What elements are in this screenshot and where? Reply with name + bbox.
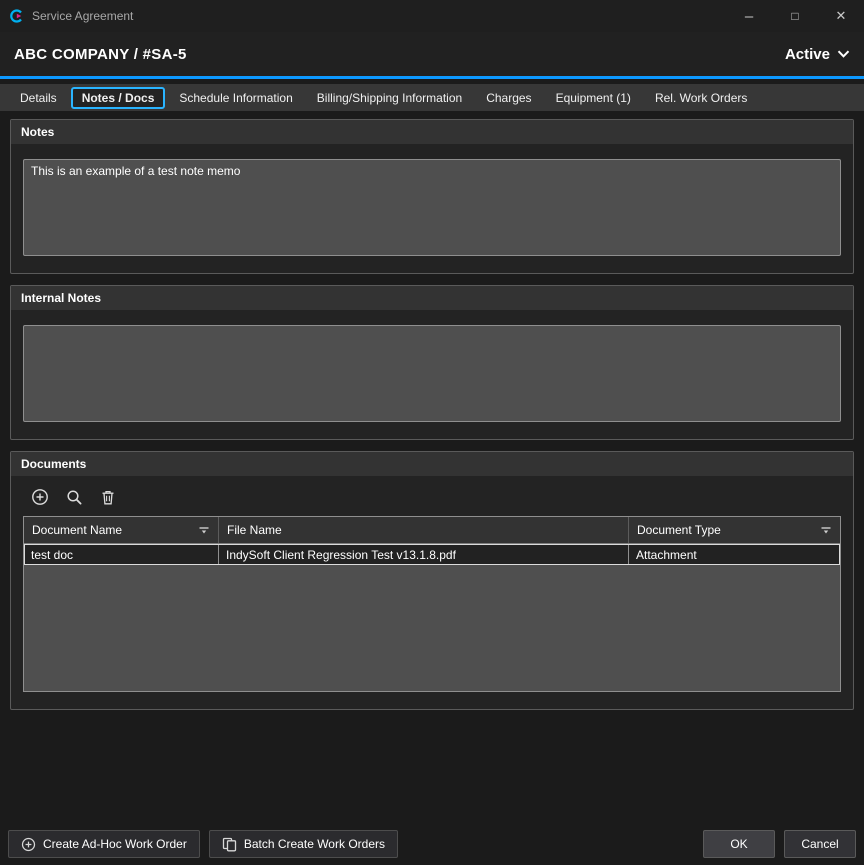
cell-document-type: Attachment [628,544,840,565]
sort-icon[interactable] [198,526,210,535]
maximize-button[interactable]: □ [772,0,818,32]
documents-table-header: Document Name File Name Document Type [24,517,840,544]
status-dropdown[interactable]: Active [785,46,850,63]
page-title: ABC COMPANY / #SA-5 [14,46,187,63]
cell-document-name: test doc [24,544,218,565]
notes-group: Notes This is an example of a test note … [10,119,854,274]
tab-charges[interactable]: Charges [476,87,541,109]
add-document-button[interactable] [31,488,49,506]
internal-notes-group-title: Internal Notes [11,286,853,310]
internal-notes-group: Internal Notes [10,285,854,440]
delete-document-button[interactable] [99,488,117,506]
tab-bar: Details Notes / Docs Schedule Informatio… [0,84,864,111]
documents-toolbar [23,484,841,516]
sort-icon[interactable] [820,526,832,535]
batch-create-work-orders-button[interactable]: Batch Create Work Orders [209,830,398,858]
tab-rel-work-orders[interactable]: Rel. Work Orders [645,87,757,109]
minimize-button[interactable]: – [726,0,772,32]
maximize-icon: □ [791,9,798,23]
create-adhoc-work-order-button[interactable]: Create Ad-Hoc Work Order [8,830,200,858]
tab-notes-docs[interactable]: Notes / Docs [71,87,166,109]
internal-notes-textarea[interactable] [23,325,841,422]
batch-create-label: Batch Create Work Orders [244,837,385,851]
stacked-documents-icon [222,837,237,852]
record-header: ABC COMPANY / #SA-5 Active [0,32,864,76]
cell-file-name: IndySoft Client Regression Test v13.1.8.… [218,544,628,565]
close-button[interactable]: ✕ [818,0,864,32]
chevron-down-icon [837,50,850,58]
minimize-icon: – [745,8,753,25]
accent-line [0,76,864,79]
documents-table: Document Name File Name Document Type [23,516,841,692]
app-logo-icon [8,8,24,24]
column-header-document-name[interactable]: Document Name [24,517,218,543]
table-empty-area [24,565,840,691]
documents-group: Documents [10,451,854,710]
cancel-button[interactable]: Cancel [784,830,856,858]
column-header-file-name[interactable]: File Name [218,517,628,543]
table-row[interactable]: test doc IndySoft Client Regression Test… [24,544,840,565]
view-document-button[interactable] [65,488,83,506]
tab-schedule-information[interactable]: Schedule Information [169,87,302,109]
notes-textarea[interactable]: This is an example of a test note memo [23,159,841,256]
window-title: Service Agreement [32,9,133,23]
status-label: Active [785,46,830,63]
documents-group-title: Documents [11,452,853,476]
plus-circle-icon [21,837,36,852]
ok-button[interactable]: OK [703,830,775,858]
footer-bar: Create Ad-Hoc Work Order Batch Create Wo… [0,830,864,858]
column-header-document-type[interactable]: Document Type [628,517,840,543]
tab-equipment[interactable]: Equipment (1) [546,87,641,109]
tab-details[interactable]: Details [10,87,67,109]
tab-billing-shipping-information[interactable]: Billing/Shipping Information [307,87,472,109]
title-bar: Service Agreement – □ ✕ [0,0,864,32]
close-icon: ✕ [836,8,847,24]
window-controls: – □ ✕ [726,0,864,32]
plus-circle-icon [31,488,49,506]
trash-icon [100,489,116,506]
create-adhoc-label: Create Ad-Hoc Work Order [43,837,187,851]
search-icon [66,489,83,506]
notes-group-title: Notes [11,120,853,144]
